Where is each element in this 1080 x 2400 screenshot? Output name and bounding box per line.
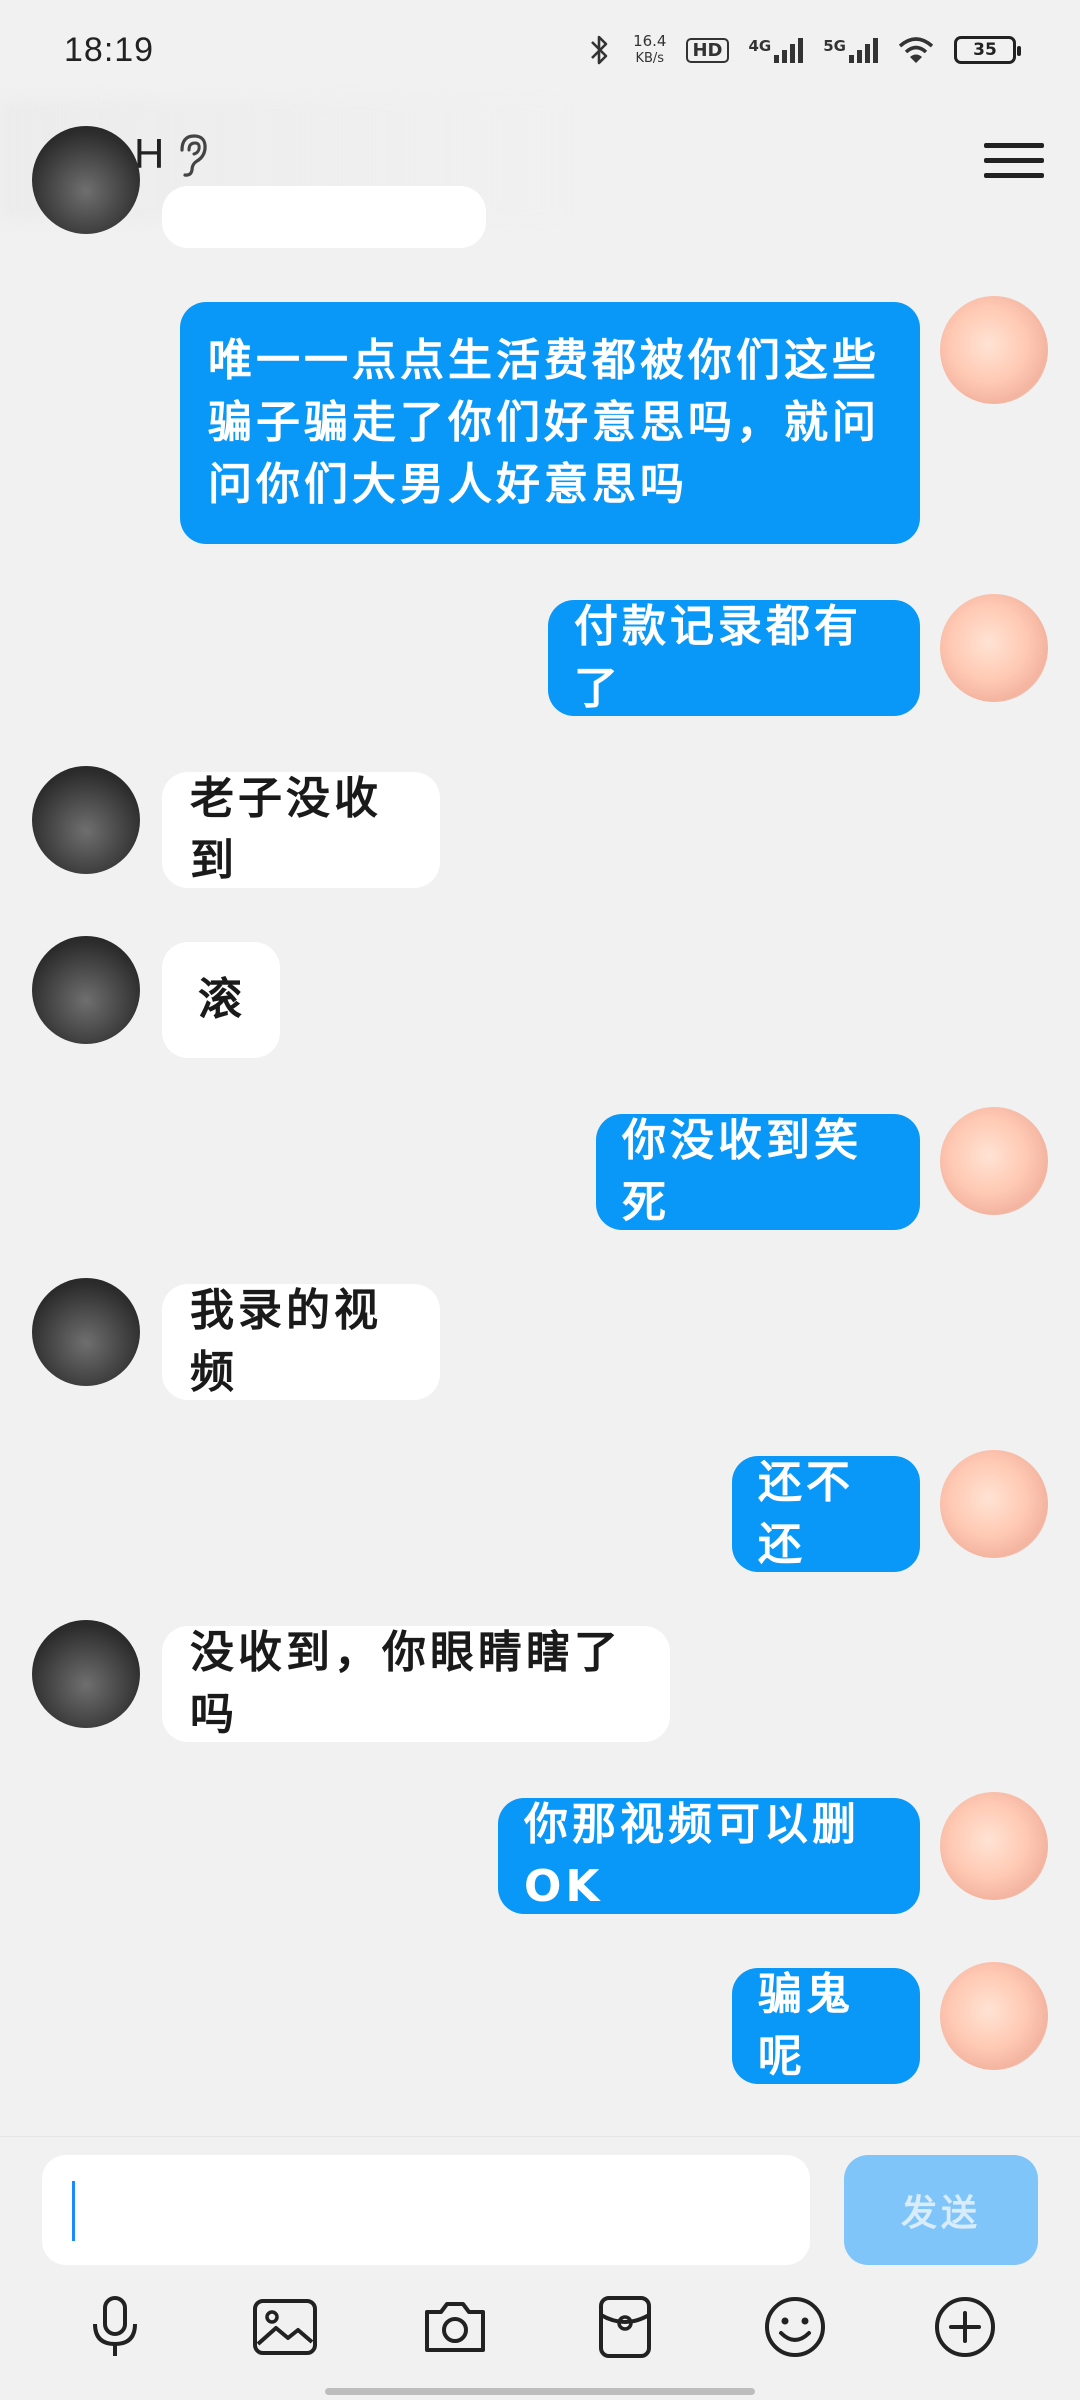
message-bubble-partial[interactable] <box>162 186 486 248</box>
ear-icon[interactable] <box>172 130 212 180</box>
menu-line <box>984 157 1044 163</box>
microphone-icon <box>93 2296 137 2356</box>
status-bar: 18:19 16.4 KB/s HD 4G 5G 35 <box>0 0 1080 100</box>
composer-toolbar <box>0 2287 1080 2367</box>
message-bubble-outgoing[interactable]: 付款记录都有了 <box>548 600 920 716</box>
my-avatar[interactable] <box>940 296 1048 404</box>
battery-icon: 35 <box>954 36 1021 64</box>
my-avatar[interactable] <box>940 1450 1048 1558</box>
image-icon <box>253 2299 317 2355</box>
signal-bars-icon <box>849 37 878 63</box>
message-input[interactable] <box>42 2155 810 2265</box>
message-bubble-outgoing[interactable]: 你那视频可以删OK <box>498 1798 920 1914</box>
emoji-icon <box>765 2297 825 2357</box>
message-bubble-outgoing[interactable]: 骗鬼呢 <box>732 1968 920 2084</box>
message-text: 滚 <box>198 974 246 1025</box>
message-text: 老子没收到 <box>190 773 382 886</box>
contact-avatar[interactable] <box>32 936 140 1044</box>
message-bubble-incoming[interactable]: 老子没收到 <box>162 772 440 888</box>
text-caret <box>72 2181 75 2241</box>
message-text: 你那视频可以删OK <box>524 1799 860 1912</box>
message-bubble-outgoing[interactable]: 还不还 <box>732 1456 920 1572</box>
network-speed-unit: KB/s <box>635 51 665 66</box>
hd-badge: HD <box>686 37 729 63</box>
bluetooth-icon <box>591 35 608 65</box>
contact-avatar[interactable] <box>32 1620 140 1728</box>
message-bubble-incoming[interactable]: 我录的视频 <box>162 1284 440 1400</box>
message-text: 还不还 <box>758 1457 854 1570</box>
image-button[interactable] <box>249 2291 321 2363</box>
home-indicator[interactable] <box>325 2388 755 2395</box>
status-icons: 16.4 KB/s HD 4G 5G 35 <box>587 33 1021 67</box>
composer: 发送 <box>0 2136 1080 2400</box>
message-text: 付款记录都有了 <box>574 601 862 714</box>
signal-5g: 5G <box>823 37 878 63</box>
contact-avatar[interactable] <box>32 766 140 874</box>
contact-avatar[interactable] <box>32 126 140 234</box>
signal-4g: 4G <box>749 37 804 63</box>
menu-line <box>984 142 1044 148</box>
status-time: 18:19 <box>64 30 155 69</box>
voice-button[interactable] <box>79 2291 151 2363</box>
contact-avatar[interactable] <box>32 1278 140 1386</box>
camera-icon <box>425 2302 485 2352</box>
message-text: 你没收到笑死 <box>622 1115 862 1228</box>
my-avatar[interactable] <box>940 1107 1048 1215</box>
chat-screen: 18:19 16.4 KB/s HD 4G 5G 35 H 唯一一点点生活费都被… <box>0 0 1080 2400</box>
menu-button[interactable] <box>984 130 1044 190</box>
emoji-button[interactable] <box>759 2291 831 2363</box>
send-button-label: 发送 <box>900 2193 981 2234</box>
message-bubble-incoming[interactable]: 滚 <box>162 942 280 1058</box>
chat-header: H <box>0 100 1080 220</box>
camera-button[interactable] <box>419 2291 491 2363</box>
network-speed: 16.4 KB/s <box>633 33 666 67</box>
red-packet-button[interactable] <box>589 2291 661 2363</box>
message-text: 唯一一点点生活费都被你们这些骗子骗走了你们好意思吗，就问问你们大男人好意思吗 <box>208 335 880 510</box>
more-button[interactable] <box>929 2291 1001 2363</box>
my-avatar[interactable] <box>940 1792 1048 1900</box>
send-button[interactable]: 发送 <box>844 2155 1038 2265</box>
menu-line <box>984 172 1044 178</box>
plus-icon <box>935 2297 995 2357</box>
message-text: 骗鬼呢 <box>758 1969 854 2082</box>
message-bubble-incoming[interactable]: 没收到，你眼睛瞎了吗 <box>162 1626 670 1742</box>
my-avatar[interactable] <box>940 594 1048 702</box>
message-bubble-outgoing[interactable]: 你没收到笑死 <box>596 1114 920 1230</box>
wifi-icon <box>898 37 934 63</box>
message-text: 没收到，你眼睛瞎了吗 <box>190 1627 622 1740</box>
signal-5g-label: 5G <box>823 37 846 55</box>
signal-4g-label: 4G <box>748 37 772 55</box>
my-avatar[interactable] <box>940 1962 1048 2070</box>
message-bubble-outgoing[interactable]: 唯一一点点生活费都被你们这些骗子骗走了你们好意思吗，就问问你们大男人好意思吗 <box>180 302 920 544</box>
red-packet-icon <box>599 2296 651 2358</box>
network-speed-value: 16.4 <box>633 32 667 50</box>
signal-bars-icon <box>774 37 804 63</box>
battery-level: 35 <box>973 40 997 60</box>
message-text: 我录的视频 <box>190 1285 382 1398</box>
